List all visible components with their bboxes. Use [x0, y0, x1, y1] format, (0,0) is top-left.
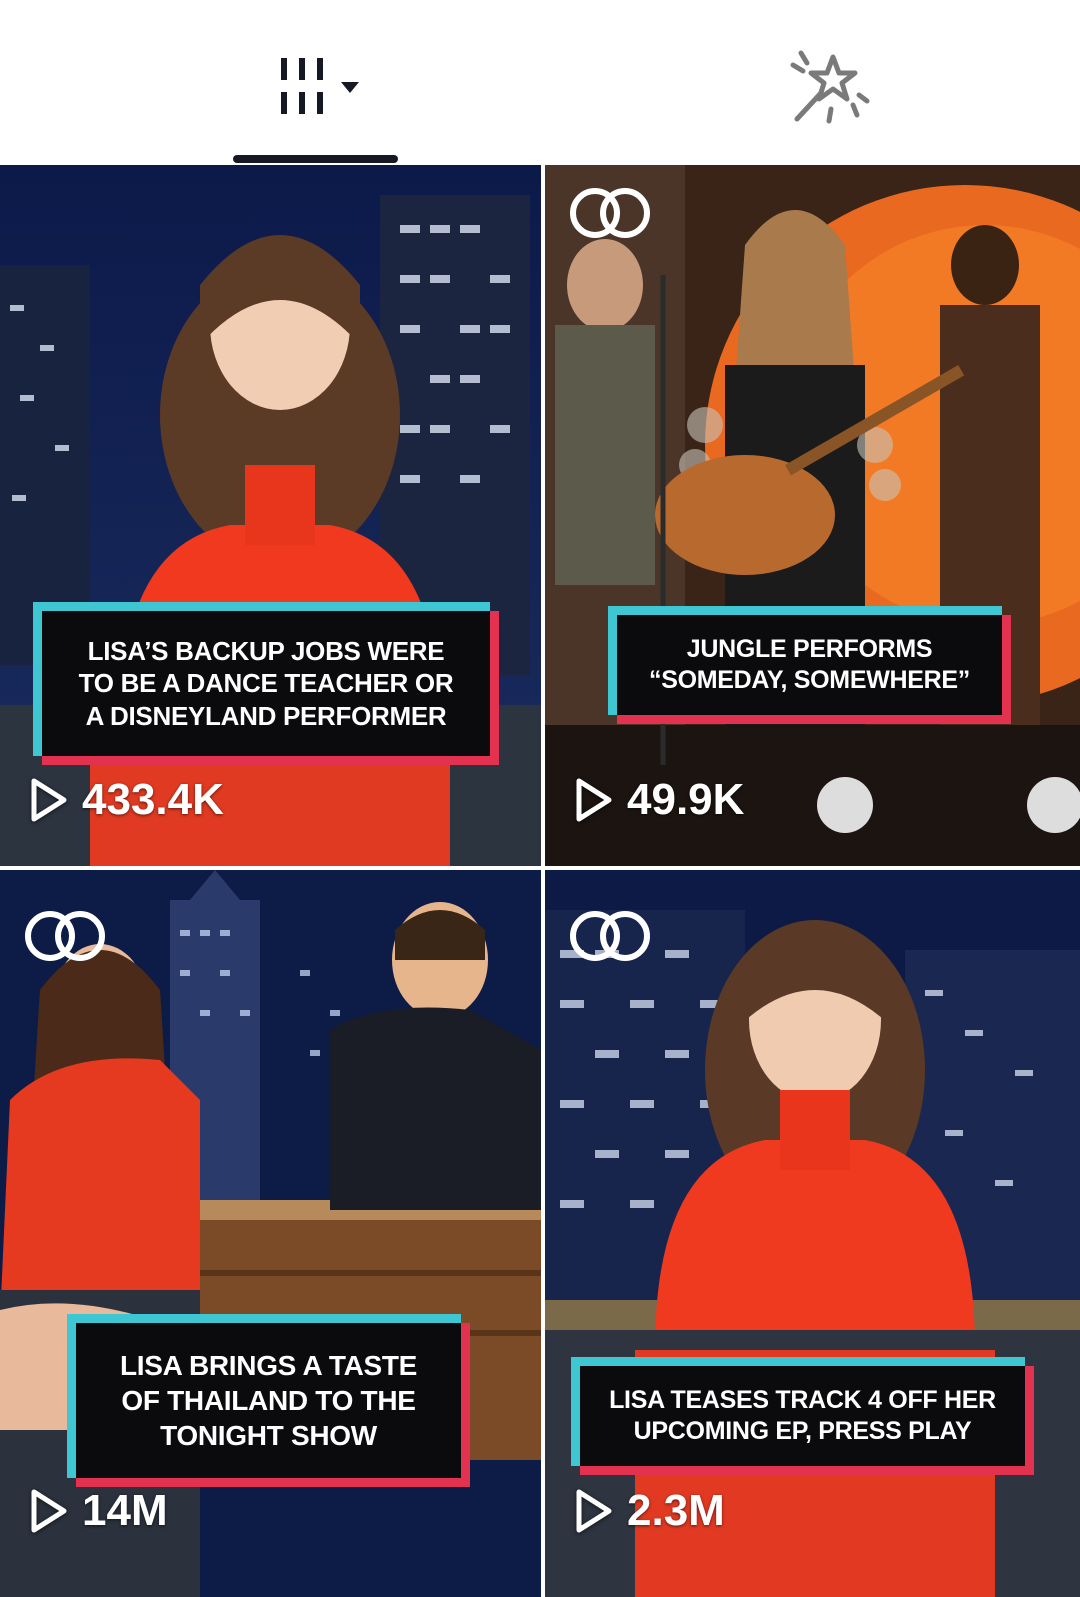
play-icon [576, 778, 612, 822]
caption-line: TO BE A DANCE TEACHER OR [78, 668, 454, 699]
active-tab-indicator [233, 155, 398, 163]
grid-bars-icon [281, 58, 359, 114]
caption-line: OF THAILAND TO THE [121, 1385, 416, 1416]
video-tile[interactable]: JUNGLE PERFORMS “SOMEDAY, SOMEWHERE” 49.… [545, 165, 1080, 866]
play-icon [31, 778, 67, 822]
video-tile[interactable]: LISA BRINGS A TASTE OF THAILAND TO THE T… [0, 870, 541, 1597]
view-count: 433.4K [30, 775, 224, 825]
view-count: 14M [30, 1486, 168, 1536]
video-caption: JUNGLE PERFORMS “SOMEDAY, SOMEWHERE” [608, 606, 1011, 724]
video-grid: LISA’S BACKUP JOBS WERE TO BE A DANCE TE… [0, 165, 1080, 1597]
view-count: 49.9K [575, 775, 744, 825]
video-thumbnail [545, 165, 1080, 866]
caption-line: LISA BRINGS A TASTE [119, 1350, 418, 1381]
video-caption: LISA BRINGS A TASTE OF THAILAND TO THE T… [67, 1314, 470, 1487]
video-caption: LISA’S BACKUP JOBS WERE TO BE A DANCE TE… [33, 602, 499, 765]
video-tile[interactable]: LISA TEASES TRACK 4 OFF HER UPCOMING EP,… [545, 870, 1080, 1597]
view-count-label: 14M [82, 1486, 168, 1535]
collab-icon [570, 911, 650, 961]
view-count: 2.3M [575, 1486, 725, 1536]
caption-line: TONIGHT SHOW [160, 1420, 377, 1451]
caption-line: UPCOMING EP, PRESS PLAY [633, 1417, 972, 1445]
play-icon [31, 1489, 67, 1533]
view-count-label: 433.4K [82, 775, 224, 824]
view-count-label: 2.3M [627, 1486, 725, 1535]
caption-line: “SOMEDAY, SOMEWHERE” [649, 666, 970, 694]
caption-line: LISA TEASES TRACK 4 OFF HER [609, 1385, 996, 1414]
caption-line: LISA’S BACKUP JOBS WERE [87, 635, 445, 666]
tab-videos[interactable] [246, 30, 386, 140]
chevron-down-icon [341, 82, 359, 93]
co-badge [22, 908, 110, 969]
collab-icon [25, 911, 105, 961]
tab-effects[interactable] [756, 30, 896, 140]
magic-wand-icon [790, 50, 870, 124]
profile-tab-bar [0, 0, 1080, 165]
co-badge [567, 908, 655, 969]
video-tile[interactable]: LISA’S BACKUP JOBS WERE TO BE A DANCE TE… [0, 165, 541, 866]
caption-line: A DISNEYLAND PERFORMER [85, 700, 447, 731]
view-count-label: 49.9K [627, 775, 745, 824]
play-icon [576, 1489, 612, 1533]
co-badge [567, 185, 655, 246]
collab-icon [570, 188, 650, 238]
video-caption: LISA TEASES TRACK 4 OFF HER UPCOMING EP,… [571, 1357, 1034, 1475]
caption-line: JUNGLE PERFORMS [686, 634, 933, 663]
